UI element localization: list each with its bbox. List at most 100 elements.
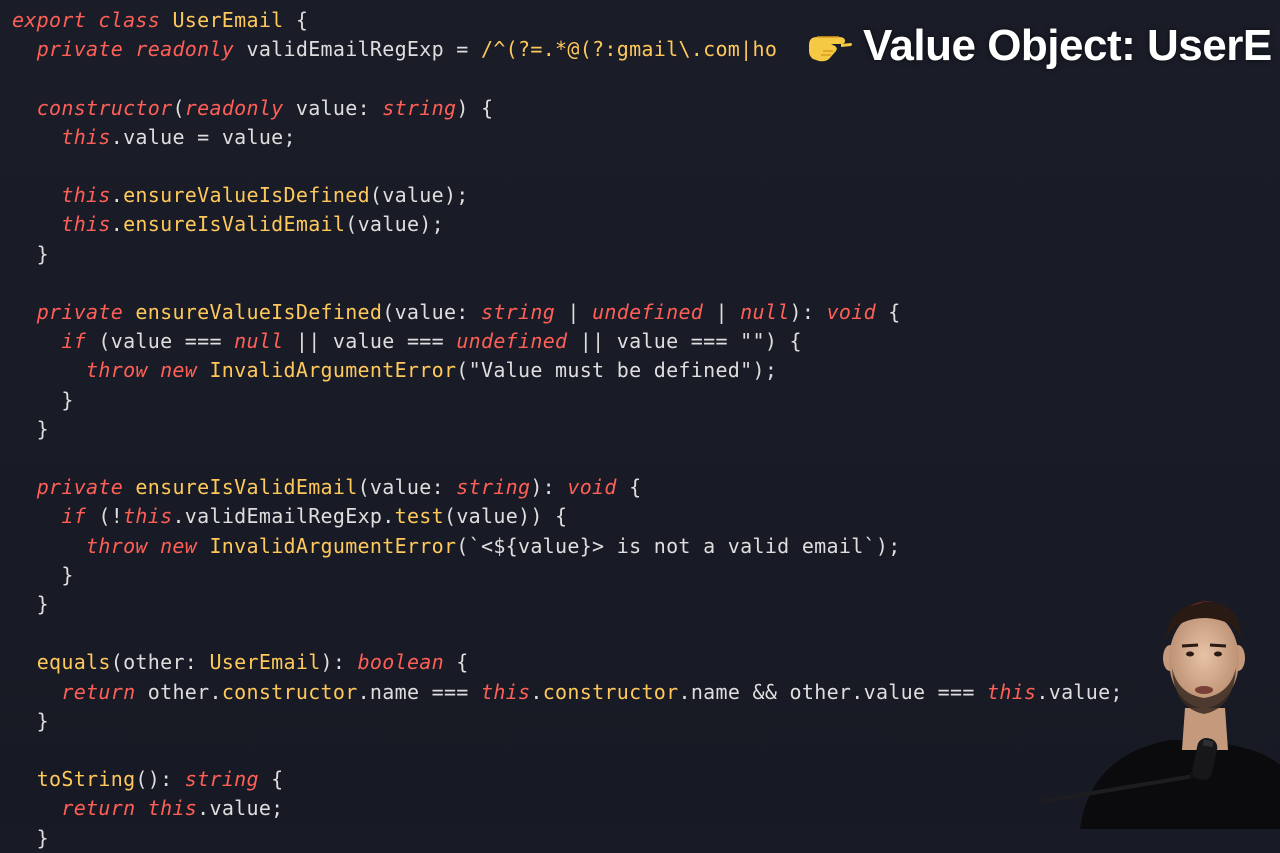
code-token: (value: — [382, 300, 481, 324]
code-token: ("Value must be defined"); — [456, 358, 778, 383]
code-token: .value = value; — [110, 124, 296, 149]
code-token: string — [184, 767, 259, 792]
code-token: this — [481, 679, 531, 704]
code-token: return — [61, 796, 136, 821]
code-line: } — [12, 386, 74, 415]
code-token: } — [12, 416, 50, 441]
code-line: private ensureValueIsDefined(value: stri… — [12, 298, 901, 327]
code-token: (value)) { — [443, 504, 568, 529]
code-token: throw new — [86, 533, 198, 558]
code-token: private readonly — [36, 37, 235, 62]
code-line: this.ensureValueIsDefined(value); — [12, 181, 469, 210]
code-token: this — [61, 212, 111, 237]
pointing-hand-icon — [809, 36, 852, 62]
code-token: private — [36, 475, 124, 500]
code-line: if (value === null || value === undefine… — [12, 327, 802, 356]
code-token: .validEmailRegExp. — [172, 504, 395, 529]
code-token: string — [456, 475, 531, 500]
code-token: null — [740, 300, 790, 324]
code-token: UserEmail — [209, 650, 321, 675]
code-token: if — [61, 329, 87, 354]
code-token: this — [61, 183, 111, 208]
code-token: ): — [530, 475, 568, 500]
code-line: export class UserEmail { — [12, 6, 308, 35]
code-token: string — [382, 95, 457, 120]
code-line: if (!this.validEmailRegExp.test(value)) … — [12, 502, 567, 531]
code-token: (value === — [86, 329, 235, 354]
code-token: ) { — [456, 95, 494, 120]
code-token: null — [234, 329, 284, 354]
code-token: } — [12, 592, 50, 616]
code-token: ensureValueIsDefined — [123, 183, 370, 208]
title-overlay: Value Object: UserE — [805, 18, 1272, 74]
code-token: | — [703, 300, 741, 324]
code-token: } — [12, 387, 74, 412]
code-token: undefined — [592, 300, 704, 324]
code-token: /^(?=.*@(?:gmail\.com|ho — [480, 37, 778, 62]
code-token: . — [110, 183, 124, 208]
presenter-webcam — [1040, 590, 1280, 829]
video-title: Value Object: UserE — [863, 21, 1272, 70]
code-line: toString(): string { — [12, 765, 284, 794]
code-token: { — [443, 650, 469, 675]
code-line: throw new InvalidArgumentError(`<${value… — [12, 532, 901, 561]
code-token: } — [12, 562, 74, 587]
code-line: throw new InvalidArgumentError("Value mu… — [12, 356, 777, 385]
code-token: value: — [283, 95, 383, 120]
code-line: } — [12, 824, 49, 853]
code-token: this — [123, 504, 173, 529]
code-token: UserEmail — [172, 8, 284, 32]
code-token: { — [875, 300, 901, 324]
code-token: { — [283, 8, 309, 32]
code-token: equals — [36, 650, 111, 675]
code-token: constructor — [36, 95, 173, 120]
code-token: undefined — [456, 329, 568, 354]
code-token: this — [987, 679, 1037, 704]
code-token: || value === — [283, 329, 457, 354]
code-token: return — [61, 679, 136, 704]
code-token: validEmailRegExp = — [234, 37, 481, 62]
code-token: ): — [789, 300, 827, 324]
code-token: InvalidArgumentError — [209, 533, 457, 558]
code-token: (! — [86, 504, 124, 529]
code-token: export class — [12, 8, 161, 32]
code-token: this — [61, 124, 111, 149]
code-token: { — [258, 767, 284, 792]
code-token: . — [530, 679, 543, 704]
code-token: } — [12, 825, 50, 850]
code-token: . — [110, 212, 124, 237]
code-token: ensureIsValidEmail — [123, 212, 346, 237]
code-token: .name === — [357, 679, 481, 704]
code-token: | — [555, 300, 593, 324]
code-token: string — [480, 300, 556, 324]
code-line: private ensureIsValidEmail(value: string… — [12, 473, 641, 502]
code-token: (value: — [357, 475, 457, 500]
code-token: constructor — [542, 679, 679, 704]
code-token: void — [826, 300, 876, 324]
code-line: return this.value; — [12, 794, 284, 823]
code-line: this.ensureIsValidEmail(value); — [12, 210, 444, 239]
code-token: other. — [135, 679, 222, 704]
code-token: this — [147, 796, 198, 821]
code-token: (`<${value}> is not a valid email`); — [456, 533, 901, 558]
code-token: (value); — [369, 183, 469, 208]
code-token: test — [394, 504, 444, 529]
code-line: equals(other: UserEmail): boolean { — [12, 648, 469, 677]
code-line: return other.constructor.name === this.c… — [12, 678, 1123, 707]
code-token: toString — [36, 767, 136, 792]
